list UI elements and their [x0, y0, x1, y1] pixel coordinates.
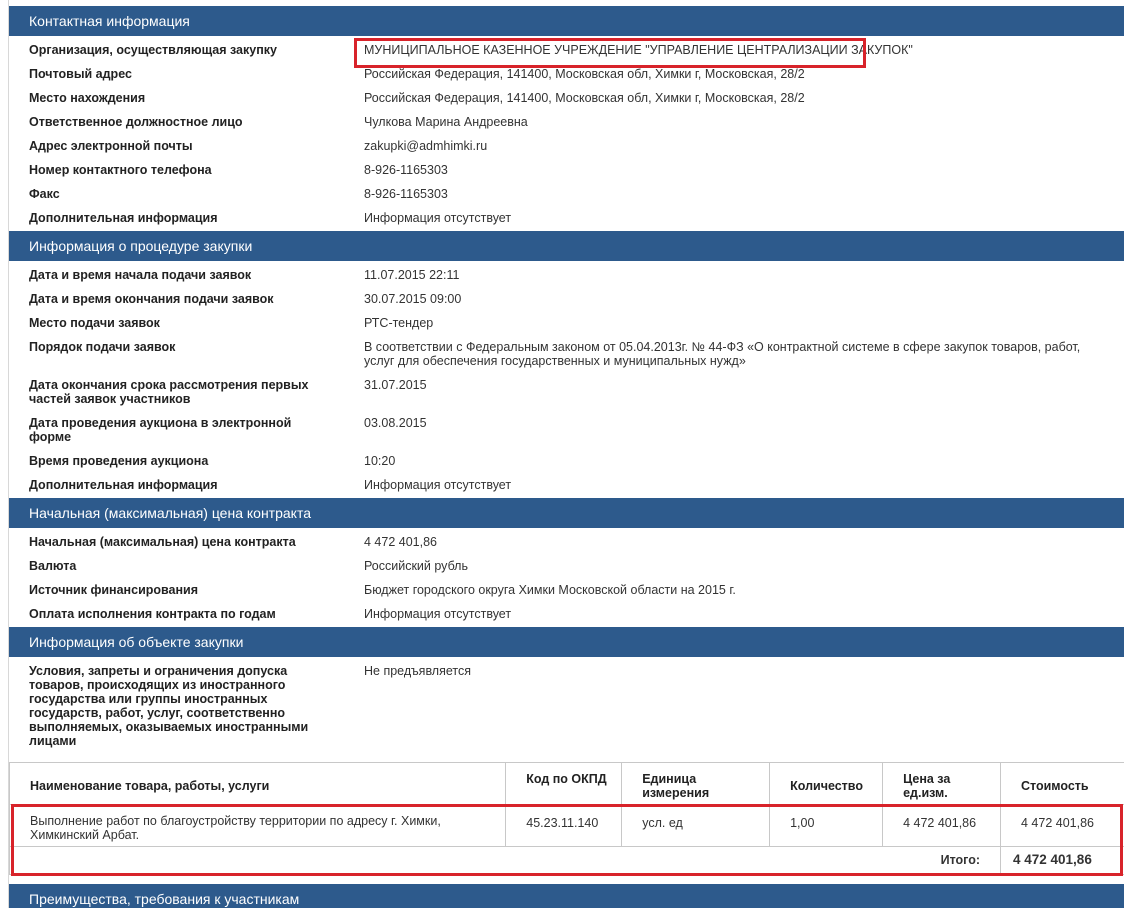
row-value: zakupki@admhimki.ru	[364, 139, 488, 153]
items-table: Наименование товара, работы, услуги Код …	[8, 762, 1124, 875]
row-value: 4 472 401,86	[364, 535, 437, 549]
row-label: Дата проведения аукциона в электронной ф…	[29, 416, 292, 444]
row-label: Место нахождения	[29, 91, 146, 105]
row-value: Информация отсутствует	[364, 478, 512, 492]
column-header-cost: Стоимость	[1000, 762, 1124, 805]
row-value: Российская Федерация, 141400, Московская…	[364, 91, 805, 105]
section-header-procedure: Информация о процедуре закупки	[9, 231, 1124, 261]
row-label: Место подачи заявок	[29, 316, 160, 330]
row-value: 8-926-1165303	[364, 187, 448, 201]
column-header-name: Наименование товара, работы, услуги	[8, 762, 507, 805]
row-value: Не предъявляется	[364, 664, 472, 678]
items-table-total-row: Итого: 4 472 401,86	[9, 846, 1124, 875]
items-table-header-row: Наименование товара, работы, услуги Код …	[8, 762, 1124, 805]
row-label: Организация, осуществляющая закупку	[29, 43, 277, 57]
row-label: Условия, запреты и ограничения допуска т…	[29, 664, 309, 748]
row-value: Чулкова Марина Андреевна	[364, 115, 528, 129]
section-header-price: Начальная (максимальная) цена контракта	[9, 498, 1124, 528]
column-header-quantity: Количество	[769, 762, 884, 805]
row-label: Начальная (максимальная) цена контракта	[29, 535, 296, 549]
row-label: Дополнительная информация	[29, 478, 218, 492]
section-header-contact: Контактная информация	[9, 6, 1124, 36]
row-value: РТС-тендер	[364, 316, 434, 330]
row-value: 10:20	[364, 454, 396, 468]
column-header-unit: Единица измерения	[621, 762, 771, 805]
row-value: 03.08.2015	[364, 416, 427, 430]
cell-okpd-code: 45.23.11.140	[505, 804, 623, 847]
row-label: Оплата исполнения контракта по годам	[29, 607, 276, 621]
row-value: 8-926-1165303	[364, 163, 448, 177]
row-label: Порядок подачи заявок	[29, 340, 176, 354]
row-label: Время проведения аукциона	[29, 454, 209, 468]
row-value: Российский рубль	[364, 559, 468, 573]
column-header-unit-price: Цена за ед.изм.	[882, 762, 1001, 805]
row-value: Российская Федерация, 141400, Московская…	[364, 67, 805, 81]
row-label: Валюта	[29, 559, 77, 573]
row-label: Дополнительная информация	[29, 211, 218, 225]
row-label: Факс	[29, 187, 60, 201]
row-label: Дата и время окончания подачи заявок	[29, 292, 274, 306]
row-label: Номер контактного телефона	[29, 163, 212, 177]
row-label: Источник финансирования	[29, 583, 199, 597]
row-label: Почтовый адрес	[29, 67, 132, 81]
row-value: Бюджет городского округа Химки Московско…	[364, 583, 736, 597]
section-header-object: Информация об объекте закупки	[9, 627, 1124, 657]
purchase-notice-page: Контактная информация Организация, осуще…	[8, 0, 1124, 908]
row-label: Ответственное должностное лицо	[29, 115, 243, 129]
cell-unit-price: 4 472 401,86	[882, 804, 1001, 847]
row-value: 11.07.2015 22:11	[364, 268, 460, 282]
row-value: Информация отсутствует	[364, 607, 512, 621]
column-header-okpd: Код по ОКПД	[505, 762, 623, 805]
cell-cost: 4 472 401,86	[1000, 804, 1124, 847]
row-value: Информация отсутствует	[364, 211, 512, 225]
cell-unit: усл. ед	[621, 804, 771, 847]
row-label: Дата и время начала подачи заявок	[29, 268, 252, 282]
row-value: МУНИЦИПАЛЬНОЕ КАЗЕННОЕ УЧРЕЖДЕНИЕ "УПРАВ…	[364, 43, 913, 57]
row-value: 30.07.2015 09:00	[364, 292, 462, 306]
total-label: Итого:	[9, 846, 1001, 875]
row-value: В соответствии с Федеральным законом от …	[364, 340, 1081, 368]
total-value: 4 472 401,86	[1000, 846, 1124, 875]
section-header-advantages: Преимущества, требования к участникам	[9, 884, 1124, 908]
row-label: Дата окончания срока рассмотрения первых…	[29, 378, 309, 406]
cell-item-name: Выполнение работ по благоустройству терр…	[8, 804, 507, 847]
cell-quantity: 1,00	[769, 804, 884, 847]
row-value: 31.07.2015	[364, 378, 427, 392]
row-label: Адрес электронной почты	[29, 139, 193, 153]
table-row: Выполнение работ по благоустройству терр…	[8, 804, 1124, 847]
